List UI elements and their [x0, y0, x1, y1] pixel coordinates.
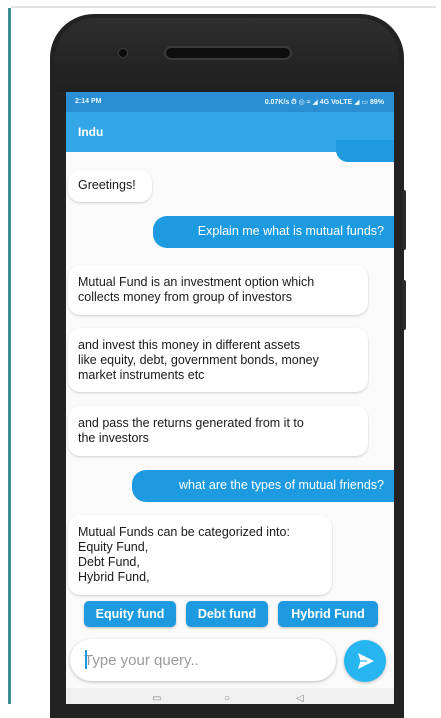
nav-home-icon[interactable]: ○: [224, 693, 230, 704]
nav-recent-icon[interactable]: ▭: [152, 693, 161, 704]
status-time: 2:14 PM: [75, 98, 102, 105]
power-button: [402, 280, 406, 330]
left-accent-rule: [8, 8, 11, 704]
chat-message-bot: Greetings!: [68, 170, 152, 202]
quick-reply-hybrid-fund[interactable]: Hybrid Fund: [278, 601, 378, 627]
status-indicators: 0.07K/s ⏱ ◎ ≈ ◢ 4G VoLTE ◢ ▭ 89%: [264, 99, 384, 106]
front-camera: [118, 48, 128, 58]
send-icon: [358, 653, 374, 669]
send-button[interactable]: [344, 640, 386, 682]
phone-screen: 2:14 PM 0.07K/s ⏱ ◎ ≈ ◢ 4G VoLTE ◢ ▭ 89%…: [66, 92, 394, 704]
chat-message-user: [336, 140, 394, 162]
navigation-bar: ▭ ○ ◁: [66, 688, 394, 704]
text-caret: [85, 650, 87, 669]
chat-message-bot: Mutual Fund is an investment option whic…: [68, 265, 368, 315]
quick-reply-equity-fund[interactable]: Equity fund: [84, 601, 176, 627]
top-divider: [11, 6, 436, 8]
nav-back-icon[interactable]: ◁: [296, 693, 304, 704]
video-frame: 2:14 PM 0.07K/s ⏱ ◎ ≈ ◢ 4G VoLTE ◢ ▭ 89%…: [0, 0, 441, 718]
earpiece-speaker: [164, 46, 292, 60]
quick-reply-debt-fund[interactable]: Debt fund: [186, 601, 268, 627]
app-title: Indu: [78, 125, 104, 139]
query-input[interactable]: [84, 648, 324, 672]
chat-message-user: Explain me what is mutual funds?: [153, 216, 394, 248]
chat-message-bot: and invest this money in different asset…: [68, 328, 368, 392]
volume-button: [402, 190, 406, 250]
status-bar: 2:14 PM 0.07K/s ⏱ ◎ ≈ ◢ 4G VoLTE ◢ ▭ 89%: [66, 92, 394, 112]
chat-message-bot: Mutual Funds can be categorized into: Eq…: [68, 515, 332, 595]
query-input-container[interactable]: [70, 639, 336, 681]
chat-message-bot: and pass the returns generated from it t…: [68, 406, 368, 456]
chat-message-user: what are the types of mutual friends?: [132, 470, 394, 502]
